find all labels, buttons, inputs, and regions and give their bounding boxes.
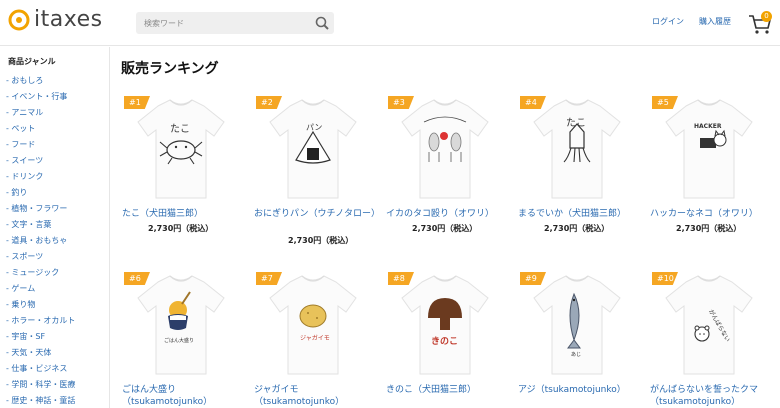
shirt-print-text: あじ — [571, 352, 581, 358]
product-card[interactable]: #3 イカのタコ殴り（オワリ） 2,730円（税込） — [384, 92, 506, 252]
sidebar-genre-item[interactable]: - ミュージック — [6, 265, 75, 281]
shirt-print-text: HACKER — [694, 123, 722, 130]
product-title-link[interactable]: たこ（犬田猫三郎） — [122, 208, 246, 220]
genre-list: - おもしろ - イベント・行事 - アニマル - ペット - フード - スイーツ - ド… — [6, 73, 75, 408]
genre-sidebar: 商品ジャンル - おもしろ - イベント・行事 - アニマル - ペット - フード - … — [0, 47, 110, 408]
shirt-print-text: ジャガイモ — [300, 334, 330, 342]
purchase-history-link[interactable]: 購入履歴 — [699, 16, 731, 27]
shirt-print-text: パン — [306, 123, 322, 132]
product-price: 2,730円（税込） — [412, 224, 478, 233]
sidebar-genre-item[interactable]: - ペット — [6, 121, 75, 137]
sidebar-genre-item[interactable]: - 文字・言葉 — [6, 217, 75, 233]
product-card[interactable]: ジャガイモ#7ジャガイモ（tsukamotojunko）2,730円（税込） — [252, 268, 374, 408]
product-card[interactable]: きのこ#8きのこ（犬田猫三郎）2,730円（税込） — [384, 268, 506, 408]
product-title-link[interactable]: がんばらないを誓ったクマ（tsukamotojunko） — [650, 384, 774, 408]
sidebar-genre-item[interactable]: - ゲーム — [6, 281, 75, 297]
site-logo[interactable]: itaxes — [8, 9, 103, 31]
sidebar-genre-item[interactable]: - 植物・フラワー — [6, 201, 75, 217]
logo-icon — [8, 9, 30, 31]
sidebar-genre-item[interactable]: - アニマル — [6, 105, 75, 121]
site-header: itaxes ログイン 購入履歴 0 — [0, 0, 780, 46]
shirt-print-text: ごはん大盛り — [164, 337, 194, 344]
sidebar-title: 商品ジャンル — [8, 57, 56, 66]
product-title-link[interactable]: ごはん大盛り（tsukamotojunko） — [122, 384, 246, 408]
sidebar-genre-item[interactable]: - 天気・天体 — [6, 345, 75, 361]
sidebar-genre-item[interactable]: - 仕事・ビジネス — [6, 361, 75, 377]
product-title-link[interactable]: おにぎりパン（ウチノタロー） — [254, 208, 380, 220]
product-card[interactable]: ごはん大盛り#6ごはん大盛り（tsukamotojunko）2,730円（税込） — [120, 268, 242, 408]
product-price: 2,730円（税込） — [676, 224, 742, 233]
shirt-print-text: たこ — [566, 117, 586, 129]
product-price: 2,730円（税込） — [288, 236, 354, 245]
product-card[interactable]: HACKER #5 ハッカーなネコ（オワリ） 2,730円（税込） — [648, 92, 770, 252]
product-price: 2,730円（税込） — [148, 224, 214, 233]
sidebar-genre-item[interactable]: - 乗り物 — [6, 297, 75, 313]
product-card[interactable]: がんばらない#10がんばらないを誓ったクマ（tsukamotojunko）2,7… — [648, 268, 770, 408]
sidebar-genre-item[interactable]: - 学問・科学・医療 — [6, 377, 75, 393]
product-title-link[interactable]: きのこ（犬田猫三郎） — [386, 384, 510, 396]
search-icon[interactable] — [314, 15, 330, 31]
product-price: 2,730円（税込） — [544, 224, 610, 233]
sidebar-genre-item[interactable]: - ドリンク — [6, 169, 75, 185]
search-box — [136, 12, 334, 34]
product-title-link[interactable]: ジャガイモ（tsukamotojunko） — [254, 384, 378, 408]
sidebar-genre-item[interactable]: - おもしろ — [6, 73, 75, 89]
sidebar-genre-item[interactable]: - フード — [6, 137, 75, 153]
shirt-print-text: たこ — [170, 123, 190, 135]
sidebar-genre-item[interactable]: - スイーツ — [6, 153, 75, 169]
product-card[interactable]: パン #2 おにぎりパン（ウチノタロー） 2,730円（税込） — [252, 92, 380, 252]
sidebar-genre-item[interactable]: - イベント・行事 — [6, 89, 75, 105]
product-title-link[interactable]: ハッカーなネコ（オワリ） — [650, 208, 774, 220]
cart-count-badge: 0 — [761, 11, 772, 22]
product-title-link[interactable]: まるでいか（犬田猫三郎） — [518, 208, 642, 220]
product-card[interactable]: たこ #1 たこ（犬田猫三郎） 2,730円（税込） — [120, 92, 242, 252]
sidebar-genre-item[interactable]: - ホラー・オカルト — [6, 313, 75, 329]
sidebar-genre-item[interactable]: - 道具・おもちゃ — [6, 233, 75, 249]
logo-text: itaxes — [34, 7, 103, 32]
shirt-print-text: きのこ — [431, 336, 458, 347]
product-title-link[interactable]: アジ（tsukamotojunko） — [518, 384, 642, 396]
product-title-link[interactable]: イカのタコ殴り（オワリ） — [386, 208, 510, 220]
sidebar-genre-item[interactable]: - スポーツ — [6, 249, 75, 265]
product-card[interactable]: あじ#9アジ（tsukamotojunko）2,730円（税込） — [516, 268, 638, 408]
search-input[interactable] — [136, 12, 312, 34]
sidebar-genre-item[interactable]: - 宇宙・SF — [6, 329, 75, 345]
page-title: 販売ランキング — [121, 61, 219, 77]
sidebar-genre-item[interactable]: - 歴史・神話・童話 — [6, 393, 75, 408]
product-card[interactable]: たこ #4 まるでいか（犬田猫三郎） 2,730円（税込） — [516, 92, 638, 252]
login-link[interactable]: ログイン — [652, 16, 684, 27]
sidebar-genre-item[interactable]: - 釣り — [6, 185, 75, 201]
